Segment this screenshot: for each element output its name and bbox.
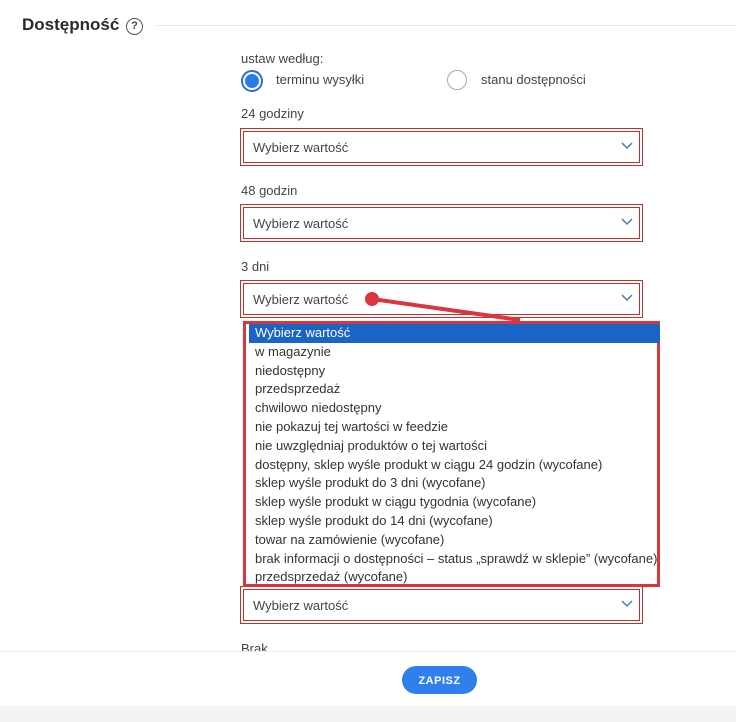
- dropdown-option[interactable]: sklep wyśle produkt w ciągu tygodnia (wy…: [249, 493, 660, 512]
- field-label-3d: 3 dni: [241, 259, 270, 274]
- select-next[interactable]: Wybierz wartość: [240, 586, 643, 624]
- save-button[interactable]: ZAPISZ: [402, 666, 477, 694]
- divider: [156, 25, 736, 26]
- radio-stock-status-label: stanu dostępności: [481, 72, 586, 87]
- radio-stock-status[interactable]: [447, 70, 467, 90]
- footer-divider: [0, 651, 736, 652]
- field-label-24h: 24 godziny: [241, 106, 304, 121]
- question-circle-icon[interactable]: ?: [126, 18, 143, 35]
- dropdown-option[interactable]: nie uwzględniaj produktów o tej wartości: [249, 437, 660, 456]
- chevron-down-icon: [621, 142, 633, 150]
- dropdown-option[interactable]: nie pokazuj tej wartości w feedzie: [249, 418, 660, 437]
- select-24h[interactable]: Wybierz wartość: [240, 128, 643, 166]
- select-48h-value: Wybierz wartość: [253, 216, 349, 231]
- chevron-down-icon: [621, 294, 633, 302]
- dropdown-option[interactable]: brak informacji o dostępności – status „…: [249, 550, 660, 569]
- availability-mode-label: ustaw według:: [241, 51, 324, 66]
- dropdown-option[interactable]: sklep wyśle produkt do 14 dni (wycofane): [249, 512, 660, 531]
- dropdown-option[interactable]: przedsprzedaż (wycofane): [249, 568, 660, 587]
- chevron-down-icon: [621, 600, 633, 608]
- dropdown-option[interactable]: sklep wyśle produkt do 3 dni (wycofane): [249, 474, 660, 493]
- dropdown-option[interactable]: dostępny, sklep wyśle produkt w ciągu 24…: [249, 456, 660, 475]
- dropdown-option[interactable]: w magazynie: [249, 343, 660, 362]
- dropdown-options-list: Wybierz wartość w magazynie niedostępny …: [243, 321, 660, 587]
- field-label-48h: 48 godzin: [241, 183, 298, 198]
- radio-shipping-time-label: terminu wysyłki: [276, 72, 365, 87]
- chevron-down-icon: [621, 218, 633, 226]
- field-label-brak: Brak: [241, 641, 268, 651]
- section-title: Dostępność: [22, 15, 120, 34]
- dropdown-option[interactable]: niedostępny: [249, 362, 660, 381]
- select-3d[interactable]: Wybierz wartość: [240, 280, 643, 318]
- dropdown-option[interactable]: przedsprzedaż: [249, 380, 660, 399]
- dropdown-option[interactable]: towar na zamówienie (wycofane): [249, 531, 660, 550]
- select-next-value: Wybierz wartość: [253, 598, 349, 613]
- select-3d-value: Wybierz wartość: [253, 292, 349, 307]
- select-48h[interactable]: Wybierz wartość: [240, 204, 643, 242]
- select-24h-value: Wybierz wartość: [253, 140, 349, 155]
- radio-shipping-time[interactable]: [241, 70, 263, 92]
- footer-background: [0, 706, 736, 722]
- dropdown-option[interactable]: Wybierz wartość: [249, 324, 660, 343]
- dropdown-option[interactable]: chwilowo niedostępny: [249, 399, 660, 418]
